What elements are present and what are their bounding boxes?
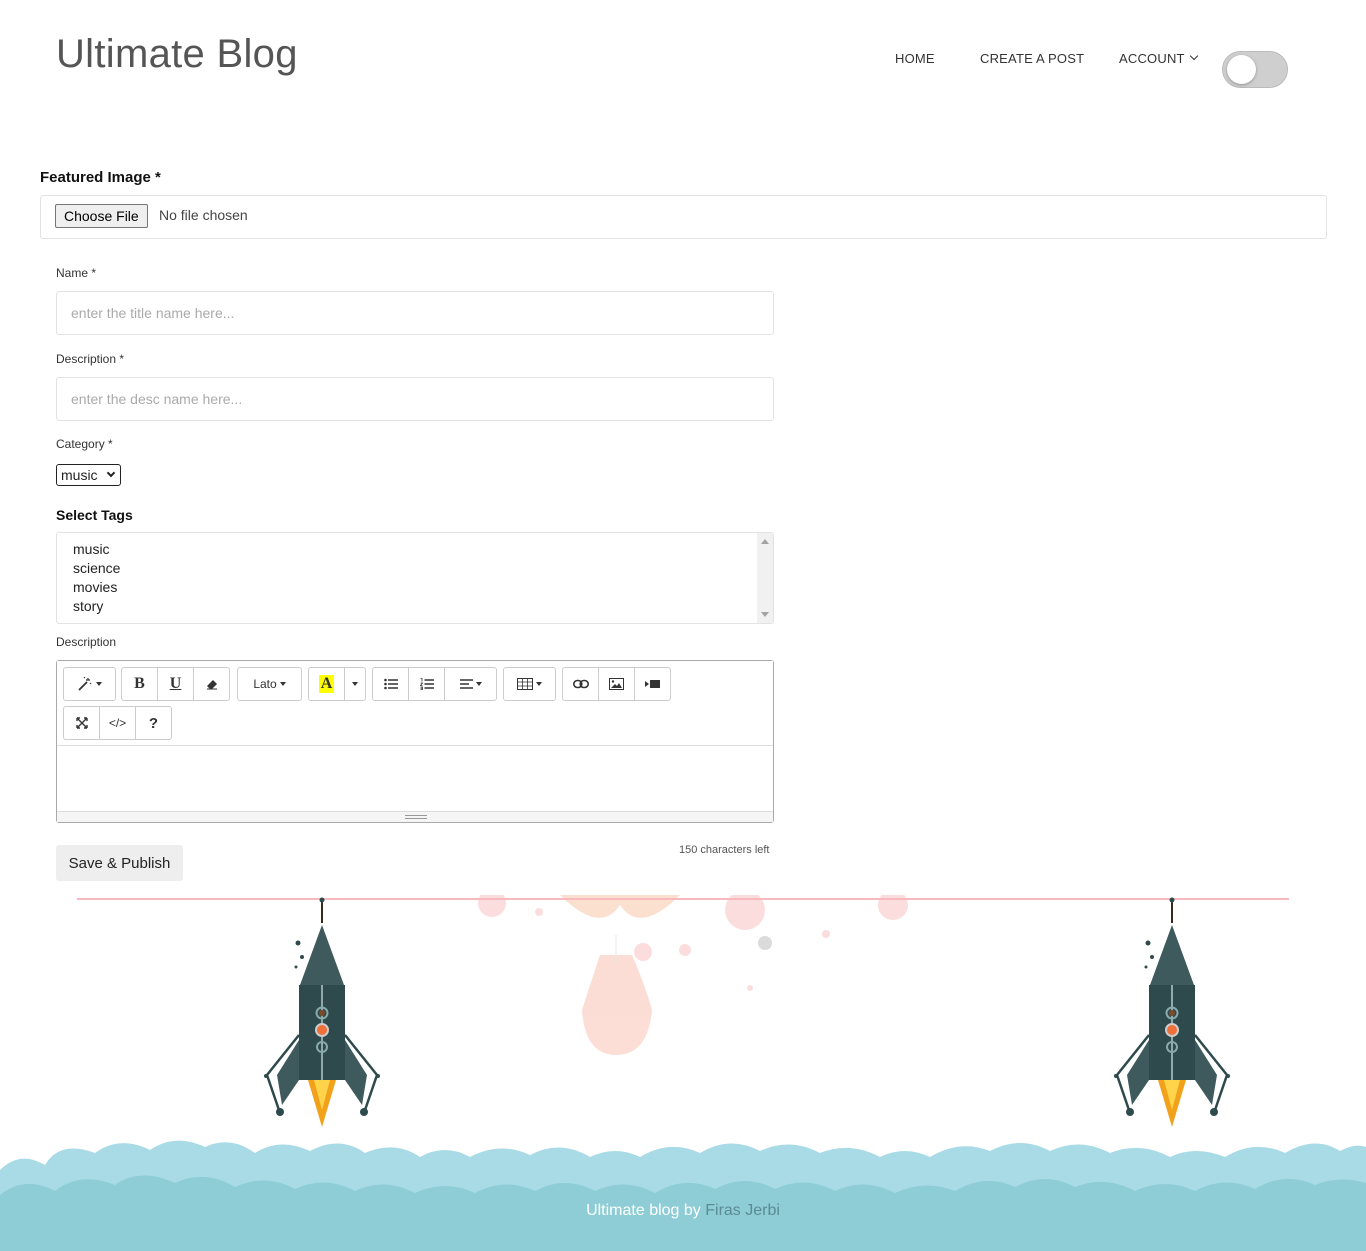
characters-left-counter: 150 characters left bbox=[679, 844, 770, 856]
video-icon bbox=[645, 680, 660, 688]
tag-option-story[interactable]: story bbox=[73, 598, 103, 614]
tag-option-movies[interactable]: movies bbox=[73, 579, 117, 595]
font-name-dropdown[interactable]: Lato bbox=[237, 667, 302, 701]
chevron-down-icon bbox=[106, 468, 116, 478]
featured-image-field: Choose File No file chosen bbox=[40, 195, 1327, 239]
nav-home-link[interactable]: HOME bbox=[895, 51, 935, 66]
insert-link-button[interactable] bbox=[562, 667, 599, 701]
category-selected-value: music bbox=[61, 467, 98, 483]
insert-video-button[interactable] bbox=[634, 667, 671, 701]
editor-resize-handle[interactable] bbox=[57, 811, 773, 822]
paragraph-align-button[interactable] bbox=[444, 667, 497, 701]
rocket-left bbox=[264, 897, 380, 1127]
background-decoration bbox=[478, 895, 908, 1055]
theme-toggle[interactable] bbox=[1222, 51, 1288, 88]
editor-content-area[interactable] bbox=[57, 747, 773, 811]
ordered-list-icon bbox=[419, 678, 434, 690]
tags-scrollbar[interactable] bbox=[757, 533, 773, 623]
code-view-button[interactable]: </> bbox=[99, 706, 136, 740]
rocket-right bbox=[1114, 897, 1230, 1127]
text-color-glyph: A bbox=[318, 675, 335, 693]
footer-credit-prefix: Ultimate blog by bbox=[586, 1202, 706, 1219]
table-icon bbox=[517, 678, 533, 690]
save-publish-button[interactable]: Save & Publish bbox=[56, 845, 183, 881]
tags-multiselect[interactable]: music science movies story bbox=[56, 532, 774, 624]
category-select[interactable]: music bbox=[56, 464, 121, 486]
align-icon bbox=[459, 679, 473, 689]
name-label: Name * bbox=[56, 266, 97, 280]
unordered-list-icon bbox=[383, 678, 398, 690]
featured-image-label: Featured Image * bbox=[40, 169, 161, 186]
clouds bbox=[0, 1140, 1366, 1251]
eraser-icon bbox=[206, 680, 217, 690]
picture-icon bbox=[609, 678, 624, 690]
chevron-down-icon bbox=[1189, 51, 1198, 61]
style-button[interactable] bbox=[63, 667, 116, 701]
fullscreen-icon bbox=[75, 717, 88, 729]
file-status-text: No file chosen bbox=[159, 207, 248, 223]
color-dropdown-button[interactable] bbox=[344, 667, 366, 701]
description-input[interactable] bbox=[56, 377, 774, 421]
underline-button[interactable]: U bbox=[157, 667, 194, 701]
ordered-list-button[interactable] bbox=[408, 667, 445, 701]
editor-label: Description bbox=[56, 635, 117, 649]
scroll-down-arrow-icon[interactable] bbox=[761, 612, 769, 617]
help-button[interactable]: ? bbox=[135, 706, 172, 740]
unordered-list-button[interactable] bbox=[372, 667, 409, 701]
scroll-up-arrow-icon[interactable] bbox=[761, 539, 769, 544]
name-input[interactable] bbox=[56, 291, 774, 335]
link-icon bbox=[572, 679, 589, 689]
nav-account-label: ACCOUNT bbox=[1119, 50, 1185, 66]
description-label: Description * bbox=[56, 352, 125, 366]
choose-file-button[interactable]: Choose File bbox=[55, 204, 148, 228]
rich-text-editor: B U Lato A </> ? bbox=[56, 660, 774, 823]
tag-option-science[interactable]: science bbox=[73, 560, 120, 576]
clear-format-button[interactable] bbox=[193, 667, 230, 701]
magic-wand-icon bbox=[78, 677, 92, 691]
font-name-label: Lato bbox=[253, 677, 277, 691]
table-button[interactable] bbox=[503, 667, 556, 701]
fullscreen-button[interactable] bbox=[63, 706, 100, 740]
text-color-button[interactable]: A bbox=[308, 667, 345, 701]
footer-illustration bbox=[0, 895, 1366, 1251]
bold-button[interactable]: B bbox=[121, 667, 158, 701]
category-label: Category * bbox=[56, 437, 113, 451]
toggle-knob bbox=[1227, 55, 1256, 84]
insert-picture-button[interactable] bbox=[598, 667, 635, 701]
footer-author-link[interactable]: Firas Jerbi bbox=[705, 1202, 780, 1219]
site-title[interactable]: Ultimate Blog bbox=[56, 32, 298, 77]
editor-toolbar: B U Lato A </> ? bbox=[57, 661, 773, 746]
nav-account-dropdown[interactable]: ACCOUNT bbox=[1119, 50, 1198, 66]
footer-credit: Ultimate blog by Firas Jerbi bbox=[0, 1202, 1366, 1220]
tag-option-music[interactable]: music bbox=[73, 541, 110, 557]
tags-label: Select Tags bbox=[56, 507, 133, 523]
nav-create-post-link[interactable]: CREATE A POST bbox=[980, 51, 1084, 66]
